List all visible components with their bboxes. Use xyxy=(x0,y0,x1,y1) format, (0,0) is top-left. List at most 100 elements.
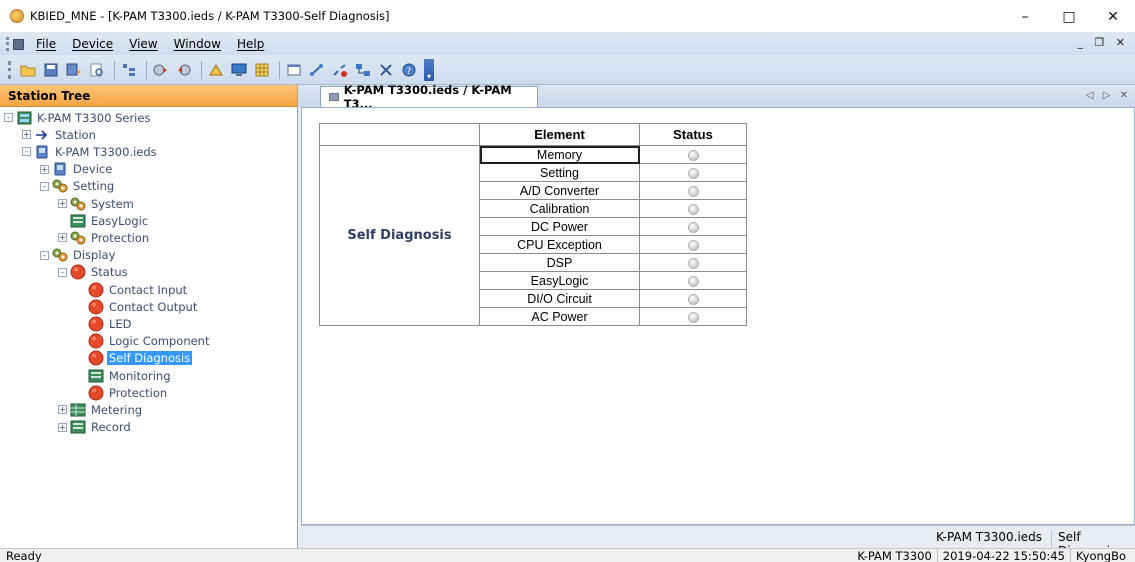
tree-node[interactable]: + Protection xyxy=(58,229,151,246)
element-cell[interactable]: DC Power xyxy=(479,217,640,236)
tree-node[interactable]: - K-PAM T3300 Series xyxy=(4,109,152,126)
collapse-icon[interactable]: - xyxy=(40,250,49,260)
collapse-icon[interactable]: - xyxy=(40,181,49,191)
tree-node[interactable]: Self Diagnosis xyxy=(76,350,193,367)
element-cell[interactable]: Calibration xyxy=(479,199,640,218)
red-dot-icon xyxy=(88,282,104,298)
maximize-button[interactable]: □ xyxy=(1047,0,1091,33)
status-led-icon xyxy=(687,221,699,233)
status-cell xyxy=(639,271,747,290)
tree-node-label: K-PAM T3300 Series xyxy=(37,110,151,125)
tree-node[interactable]: Contact Input xyxy=(76,281,189,298)
status-cell xyxy=(639,217,747,236)
tree-node[interactable]: Protection xyxy=(76,384,169,401)
element-cell[interactable]: CPU Exception xyxy=(479,235,640,254)
save-icon[interactable] xyxy=(41,60,61,80)
collapse-icon[interactable]: - xyxy=(4,113,13,122)
monitor-icon[interactable] xyxy=(229,60,249,80)
tree-node-label: Device xyxy=(73,162,113,177)
open-folder-icon[interactable] xyxy=(18,60,38,80)
status-cell xyxy=(639,253,747,272)
print-preview-icon[interactable] xyxy=(87,60,107,80)
gears-icon xyxy=(52,247,68,263)
red-dot-icon xyxy=(88,299,104,315)
table-corner-cell xyxy=(319,123,480,146)
mdi-controls[interactable]: _ ❐ ✕ xyxy=(1077,36,1129,49)
menu-view[interactable]: View xyxy=(121,37,165,51)
network-icon[interactable] xyxy=(353,60,373,80)
red-dot-icon xyxy=(88,316,104,332)
tree-node[interactable]: - Display xyxy=(40,247,117,264)
tree-node-label: Logic Component xyxy=(109,334,210,349)
help-icon[interactable]: ? xyxy=(399,60,419,80)
collapse-icon[interactable]: - xyxy=(58,267,67,277)
status-device: K-PAM T3300 xyxy=(857,549,932,562)
tree-node[interactable]: + Record xyxy=(58,419,133,436)
tree-node-label: Contact Input xyxy=(109,282,188,297)
expand-icon[interactable]: + xyxy=(58,199,67,208)
expand-icon[interactable]: + xyxy=(58,233,67,243)
tree-node[interactable]: LED xyxy=(76,315,134,332)
element-cell[interactable]: DI/O Circuit xyxy=(479,289,640,308)
toolbar-overflow-icon[interactable]: ▾ xyxy=(424,58,434,81)
tree-node[interactable]: Logic Component xyxy=(76,333,211,350)
tree-node-label: Status xyxy=(91,265,128,280)
tree-node[interactable]: + Device xyxy=(40,161,114,178)
settings-read-icon[interactable] xyxy=(174,60,194,80)
minimize-button[interactable]: – xyxy=(1003,0,1047,33)
disconnect-icon[interactable] xyxy=(330,60,350,80)
menu-help[interactable]: Help xyxy=(229,37,272,51)
element-cell[interactable]: Memory xyxy=(479,145,640,164)
tree-node[interactable]: Contact Output xyxy=(76,298,199,315)
logic-icon xyxy=(70,419,86,435)
document-area: K-PAM T3300.ieds / K-PAM T3... ◁ ▷ ✕ Ele… xyxy=(298,83,1135,558)
collapse-icon[interactable]: - xyxy=(22,147,31,157)
table-row: Self Diagnosis Memory xyxy=(319,145,747,326)
tree-view-icon[interactable] xyxy=(119,60,139,80)
save-all-icon[interactable] xyxy=(64,60,84,80)
expand-icon[interactable]: + xyxy=(22,130,31,140)
tab-navigation-icons[interactable]: ◁ ▷ ✕ xyxy=(1086,90,1131,101)
menu-file[interactable]: File xyxy=(28,37,64,51)
tree-node[interactable]: - Setting xyxy=(40,178,116,195)
tree-node-label: System xyxy=(91,196,134,211)
close-button[interactable]: ✕ xyxy=(1091,0,1135,33)
expand-icon[interactable]: + xyxy=(40,164,49,174)
connect-icon[interactable] xyxy=(307,60,327,80)
status-cell xyxy=(639,199,747,218)
device-file-icon xyxy=(34,144,50,160)
element-cell[interactable]: Setting xyxy=(479,163,640,182)
compare-icon[interactable] xyxy=(206,60,226,80)
tree-node[interactable]: + Station xyxy=(22,126,98,143)
maximize-icon: □ xyxy=(1062,8,1076,25)
tree-node[interactable]: EasyLogic xyxy=(58,212,150,229)
menu-device[interactable]: Device xyxy=(64,37,121,51)
tree-node[interactable]: + System xyxy=(58,195,136,212)
red-dot-icon xyxy=(88,333,104,349)
window-icon[interactable] xyxy=(284,60,304,80)
expand-icon[interactable]: + xyxy=(58,422,67,432)
element-cell[interactable]: DSP xyxy=(479,253,640,272)
delete-icon[interactable] xyxy=(376,60,396,80)
grid-icon[interactable] xyxy=(252,60,272,80)
tree-node[interactable]: Monitoring xyxy=(76,367,173,384)
toolbar-grip[interactable] xyxy=(8,60,12,79)
mdi-child-icon[interactable] xyxy=(6,37,24,51)
tree-node[interactable]: - Status xyxy=(58,264,130,281)
status-cell xyxy=(639,235,747,254)
element-cell[interactable]: EasyLogic xyxy=(479,271,640,290)
document-tab[interactable]: K-PAM T3300.ieds / K-PAM T3... xyxy=(320,83,538,111)
element-cell[interactable]: AC Power xyxy=(479,307,640,326)
status-cell xyxy=(639,307,747,326)
tree-node[interactable]: - K-PAM T3300.ieds xyxy=(22,143,159,160)
tree-node[interactable]: + Metering xyxy=(58,401,144,418)
settings-write-icon[interactable] xyxy=(151,60,171,80)
status-led-icon xyxy=(687,257,699,269)
logic-icon xyxy=(88,368,104,384)
status-user: KyongBo xyxy=(1069,549,1131,562)
element-cell[interactable]: A/D Converter xyxy=(479,181,640,200)
toolbar-separator xyxy=(279,60,280,79)
expand-icon[interactable]: + xyxy=(58,405,67,415)
menu-window[interactable]: Window xyxy=(166,37,229,51)
window-controls: – □ ✕ xyxy=(1003,0,1135,33)
